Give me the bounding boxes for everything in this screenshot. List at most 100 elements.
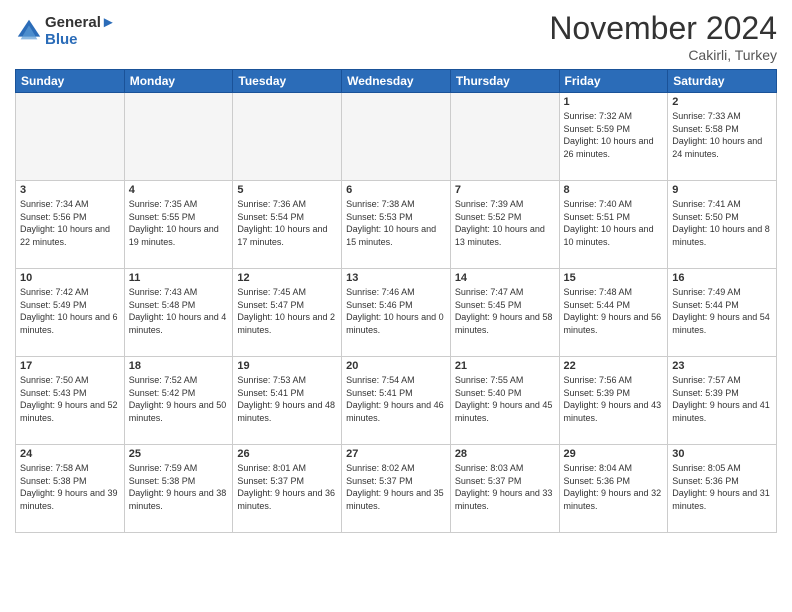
day-number: 8 <box>564 184 664 196</box>
day-info: Sunrise: 8:03 AMSunset: 5:37 PMDaylight:… <box>455 462 555 512</box>
day-number: 30 <box>672 448 772 460</box>
logo-text: General► Blue <box>45 14 116 48</box>
header: General► Blue November 2024 Cakirli, Tur… <box>15 10 777 63</box>
header-wednesday: Wednesday <box>342 70 451 93</box>
day-info: Sunrise: 7:54 AMSunset: 5:41 PMDaylight:… <box>346 374 446 424</box>
table-cell: 17 Sunrise: 7:50 AMSunset: 5:43 PMDayligh… <box>16 357 125 445</box>
day-info: Sunrise: 8:04 AMSunset: 5:36 PMDaylight:… <box>564 462 664 512</box>
table-cell <box>124 93 233 181</box>
day-number: 11 <box>129 272 229 284</box>
table-cell: 26 Sunrise: 8:01 AMSunset: 5:37 PMDayligh… <box>233 445 342 533</box>
day-number: 18 <box>129 360 229 372</box>
table-cell: 22 Sunrise: 7:56 AMSunset: 5:39 PMDayligh… <box>559 357 668 445</box>
week-row-1: 3 Sunrise: 7:34 AMSunset: 5:56 PMDaylight… <box>16 181 777 269</box>
day-info: Sunrise: 7:59 AMSunset: 5:38 PMDaylight:… <box>129 462 229 512</box>
location: Cakirli, Turkey <box>549 47 777 63</box>
table-cell: 23Sunrise: 7:57 AMSunset: 5:39 PMDayligh… <box>668 357 777 445</box>
day-number: 23 <box>672 360 772 372</box>
day-info: Sunrise: 8:01 AMSunset: 5:37 PMDaylight:… <box>237 462 337 512</box>
table-cell: 2 Sunrise: 7:33 AMSunset: 5:58 PMDaylight… <box>668 93 777 181</box>
day-info: Sunrise: 7:34 AMSunset: 5:56 PMDaylight:… <box>20 198 120 248</box>
day-number: 3 <box>20 184 120 196</box>
day-info: Sunrise: 7:46 AMSunset: 5:46 PMDaylight:… <box>346 286 446 336</box>
day-info: Sunrise: 7:45 AMSunset: 5:47 PMDaylight:… <box>237 286 337 336</box>
day-number: 26 <box>237 448 337 460</box>
table-cell: 7 Sunrise: 7:39 AMSunset: 5:52 PMDaylight… <box>450 181 559 269</box>
table-cell: 8 Sunrise: 7:40 AMSunset: 5:51 PMDaylight… <box>559 181 668 269</box>
day-info: Sunrise: 7:42 AMSunset: 5:49 PMDaylight:… <box>20 286 120 336</box>
day-number: 5 <box>237 184 337 196</box>
table-cell: 18 Sunrise: 7:52 AMSunset: 5:42 PMDayligh… <box>124 357 233 445</box>
table-cell: 15Sunrise: 7:48 AMSunset: 5:44 PMDayligh… <box>559 269 668 357</box>
table-cell: 1 Sunrise: 7:32 AMSunset: 5:59 PMDaylight… <box>559 93 668 181</box>
day-info: Sunrise: 7:43 AMSunset: 5:48 PMDaylight:… <box>129 286 229 336</box>
calendar-table: Sunday Monday Tuesday Wednesday Thursday… <box>15 69 777 533</box>
day-number: 22 <box>564 360 664 372</box>
table-cell: 5Sunrise: 7:36 AMSunset: 5:54 PMDaylight… <box>233 181 342 269</box>
day-number: 14 <box>455 272 555 284</box>
day-number: 17 <box>20 360 120 372</box>
header-sunday: Sunday <box>16 70 125 93</box>
weekday-header-row: Sunday Monday Tuesday Wednesday Thursday… <box>16 70 777 93</box>
title-block: November 2024 Cakirli, Turkey <box>549 10 777 63</box>
header-friday: Friday <box>559 70 668 93</box>
day-number: 7 <box>455 184 555 196</box>
table-cell: 29 Sunrise: 8:04 AMSunset: 5:36 PMDayligh… <box>559 445 668 533</box>
day-info: Sunrise: 7:40 AMSunset: 5:51 PMDaylight:… <box>564 198 664 248</box>
day-number: 13 <box>346 272 446 284</box>
day-info: Sunrise: 7:52 AMSunset: 5:42 PMDaylight:… <box>129 374 229 424</box>
table-cell: 3 Sunrise: 7:34 AMSunset: 5:56 PMDaylight… <box>16 181 125 269</box>
day-info: Sunrise: 7:32 AMSunset: 5:59 PMDaylight:… <box>564 110 664 160</box>
table-cell: 21 Sunrise: 7:55 AMSunset: 5:40 PMDayligh… <box>450 357 559 445</box>
page: General► Blue November 2024 Cakirli, Tur… <box>0 0 792 612</box>
table-cell: 11 Sunrise: 7:43 AMSunset: 5:48 PMDayligh… <box>124 269 233 357</box>
day-info: Sunrise: 7:39 AMSunset: 5:52 PMDaylight:… <box>455 198 555 248</box>
month-title: November 2024 <box>549 10 777 47</box>
day-info: Sunrise: 8:02 AMSunset: 5:37 PMDaylight:… <box>346 462 446 512</box>
table-cell: 24 Sunrise: 7:58 AMSunset: 5:38 PMDayligh… <box>16 445 125 533</box>
day-info: Sunrise: 7:56 AMSunset: 5:39 PMDaylight:… <box>564 374 664 424</box>
table-cell: 14 Sunrise: 7:47 AMSunset: 5:45 PMDayligh… <box>450 269 559 357</box>
table-cell: 9 Sunrise: 7:41 AMSunset: 5:50 PMDaylight… <box>668 181 777 269</box>
day-number: 20 <box>346 360 446 372</box>
day-info: Sunrise: 7:58 AMSunset: 5:38 PMDaylight:… <box>20 462 120 512</box>
day-number: 29 <box>564 448 664 460</box>
table-cell: 13 Sunrise: 7:46 AMSunset: 5:46 PMDayligh… <box>342 269 451 357</box>
day-info: Sunrise: 7:41 AMSunset: 5:50 PMDaylight:… <box>672 198 772 248</box>
day-info: Sunrise: 7:53 AMSunset: 5:41 PMDaylight:… <box>237 374 337 424</box>
table-cell <box>16 93 125 181</box>
table-cell <box>233 93 342 181</box>
table-cell: 4Sunrise: 7:35 AMSunset: 5:55 PMDaylight… <box>124 181 233 269</box>
day-number: 25 <box>129 448 229 460</box>
day-number: 12 <box>237 272 337 284</box>
header-tuesday: Tuesday <box>233 70 342 93</box>
header-thursday: Thursday <box>450 70 559 93</box>
week-row-0: 1 Sunrise: 7:32 AMSunset: 5:59 PMDaylight… <box>16 93 777 181</box>
day-info: Sunrise: 7:55 AMSunset: 5:40 PMDaylight:… <box>455 374 555 424</box>
table-cell: 28Sunrise: 8:03 AMSunset: 5:37 PMDayligh… <box>450 445 559 533</box>
day-number: 19 <box>237 360 337 372</box>
logo: General► Blue <box>15 14 116 48</box>
table-cell: 16 Sunrise: 7:49 AMSunset: 5:44 PMDayligh… <box>668 269 777 357</box>
table-cell: 25 Sunrise: 7:59 AMSunset: 5:38 PMDayligh… <box>124 445 233 533</box>
day-info: Sunrise: 7:38 AMSunset: 5:53 PMDaylight:… <box>346 198 446 248</box>
table-cell: 27Sunrise: 8:02 AMSunset: 5:37 PMDayligh… <box>342 445 451 533</box>
table-cell: 30 Sunrise: 8:05 AMSunset: 5:36 PMDayligh… <box>668 445 777 533</box>
week-row-3: 17 Sunrise: 7:50 AMSunset: 5:43 PMDayligh… <box>16 357 777 445</box>
day-info: Sunrise: 7:50 AMSunset: 5:43 PMDaylight:… <box>20 374 120 424</box>
table-cell: 6Sunrise: 7:38 AMSunset: 5:53 PMDaylight… <box>342 181 451 269</box>
day-info: Sunrise: 7:33 AMSunset: 5:58 PMDaylight:… <box>672 110 772 160</box>
logo-icon <box>15 17 43 45</box>
day-number: 21 <box>455 360 555 372</box>
header-monday: Monday <box>124 70 233 93</box>
day-info: Sunrise: 8:05 AMSunset: 5:36 PMDaylight:… <box>672 462 772 512</box>
table-cell: 10Sunrise: 7:42 AMSunset: 5:49 PMDayligh… <box>16 269 125 357</box>
day-info: Sunrise: 7:47 AMSunset: 5:45 PMDaylight:… <box>455 286 555 336</box>
day-number: 16 <box>672 272 772 284</box>
day-number: 9 <box>672 184 772 196</box>
day-number: 24 <box>20 448 120 460</box>
week-row-2: 10Sunrise: 7:42 AMSunset: 5:49 PMDayligh… <box>16 269 777 357</box>
day-number: 1 <box>564 96 664 108</box>
day-info: Sunrise: 7:49 AMSunset: 5:44 PMDaylight:… <box>672 286 772 336</box>
day-number: 2 <box>672 96 772 108</box>
